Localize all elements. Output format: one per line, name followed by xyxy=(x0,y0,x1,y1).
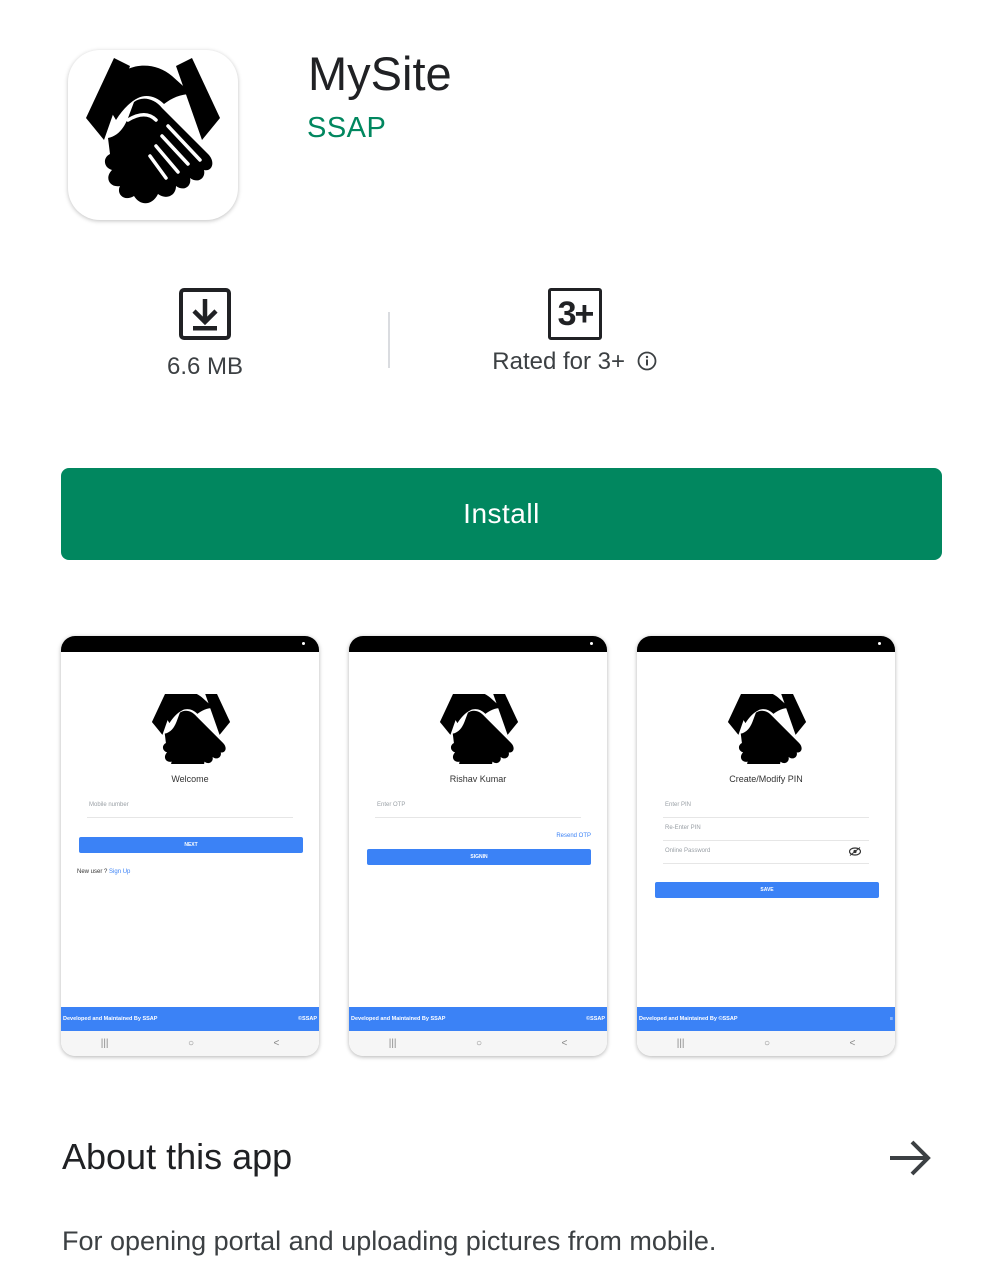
download-icon xyxy=(179,288,231,340)
screenshot-3[interactable]: Create/Modify PIN Enter PIN Re-Enter PIN… xyxy=(637,636,895,1056)
handshake-icon xyxy=(439,694,519,764)
rating-label: Rated for 3+ xyxy=(492,348,626,375)
screenshot-heading: Rishav Kumar xyxy=(449,774,507,784)
eye-icon xyxy=(849,847,861,856)
nav-bar: ||| ○ < xyxy=(61,1031,319,1056)
screenshot-footer: Developed and Maintained By SSAP ©SSAP xyxy=(61,1007,319,1031)
arrow-right-icon[interactable] xyxy=(886,1134,934,1182)
screenshot-footer: Developed and Maintained By ©SSAP ≡ xyxy=(637,1007,895,1031)
online-password-field: Online Password xyxy=(663,845,869,864)
screenshot-2[interactable]: Rishav Kumar Enter OTP Resend OTP SIGNIN… xyxy=(349,636,607,1056)
resend-otp-link: Resend OTP xyxy=(556,833,591,839)
enter-pin-field: Enter PIN xyxy=(663,799,869,818)
nav-bar: ||| ○ < xyxy=(349,1031,607,1056)
app-icon xyxy=(68,50,238,220)
rating-stat[interactable]: 3+ Rated for 3+ xyxy=(470,288,680,376)
signin-button: SIGNIN xyxy=(367,849,591,865)
rating-row: Rated for 3+ xyxy=(470,348,680,376)
reenter-pin-field: Re-Enter PIN xyxy=(663,822,869,841)
next-button: NEXT xyxy=(79,837,303,853)
status-bar xyxy=(637,636,895,652)
screenshot-footer: Developed and Maintained By SSAP ©SSAP xyxy=(349,1007,607,1031)
developer-link[interactable]: SSAP xyxy=(307,112,386,145)
otp-field: Enter OTP xyxy=(375,799,581,818)
info-icon[interactable] xyxy=(636,350,658,372)
handshake-icon xyxy=(151,694,231,764)
size-stat: 6.6 MB xyxy=(150,288,260,381)
stats-divider xyxy=(388,312,390,368)
nav-bar: ||| ○ < xyxy=(637,1031,895,1056)
rating-badge: 3+ xyxy=(548,288,602,340)
new-user-text: New user ? Sign Up xyxy=(77,869,131,875)
screenshot-1[interactable]: Welcome Mobile number NEXT New user ? Si… xyxy=(61,636,319,1056)
screenshot-heading: Create/Modify PIN xyxy=(729,774,803,784)
about-title[interactable]: About this app xyxy=(62,1136,292,1178)
size-label: 6.6 MB xyxy=(166,353,244,380)
status-bar xyxy=(349,636,607,652)
screenshot-heading: Welcome xyxy=(171,774,209,784)
about-description: For opening portal and uploading picture… xyxy=(62,1226,717,1256)
save-button: SAVE xyxy=(655,882,879,898)
install-button[interactable]: Install xyxy=(61,468,942,560)
app-title: MySite xyxy=(308,47,452,100)
status-bar xyxy=(61,636,319,652)
handshake-icon xyxy=(86,58,220,204)
mobile-number-field: Mobile number xyxy=(87,799,293,818)
handshake-icon xyxy=(727,694,807,764)
